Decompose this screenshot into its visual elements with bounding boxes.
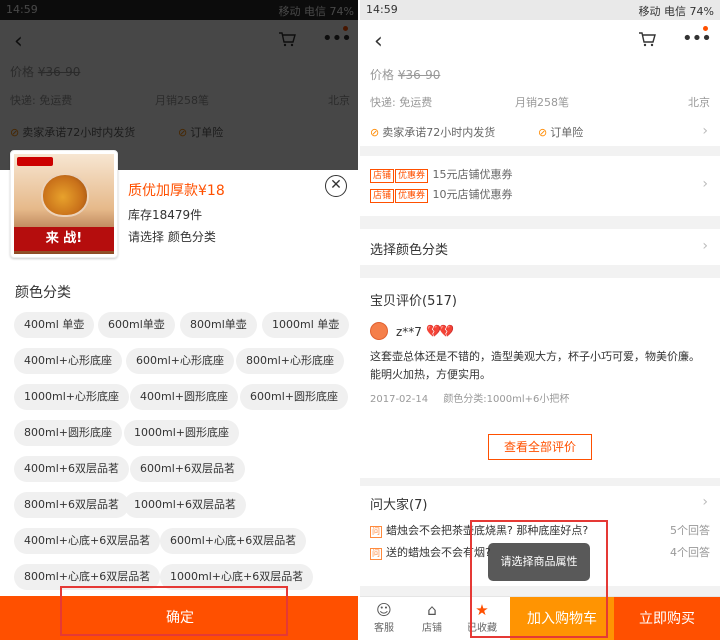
product-thumbnail: 来 战! (10, 150, 118, 258)
price-original: ¥36-90 (397, 68, 441, 82)
option-chip[interactable]: 1000ml+6双层品茗 (124, 492, 246, 518)
shop-label: 店铺 (422, 623, 442, 634)
question-icon: 问 (370, 548, 382, 560)
option-chip[interactable]: 800ml单壶 (180, 312, 257, 338)
review-user: z**7 (396, 325, 422, 339)
location-text: 北京 (688, 96, 710, 109)
select-color-label: 选择颜色分类 (370, 243, 449, 258)
screenshot-root: 14:59 移动 电信 74% ‹ ••• 价格 ¥36-90 快递: 免运费 … (0, 0, 720, 640)
option-chip[interactable]: 800ml+心形底座 (236, 348, 344, 374)
image-banner: 来 战! (14, 227, 114, 251)
service-icon: ☺ (376, 601, 392, 619)
chevron-right-icon: › (702, 123, 708, 139)
status-time: 14:59 (366, 3, 398, 16)
review-meta: 2017-02-14 颜色分类:1000ml+6小把杯 (370, 390, 581, 405)
option-chip[interactable]: 600ml单壶 (98, 312, 175, 338)
shop-button[interactable]: ⌂ 店铺 (410, 601, 454, 634)
promise-ship: ⊘卖家承诺72小时内发货 (370, 124, 495, 140)
buy-now-button[interactable]: 立即购买 (614, 597, 720, 640)
service-label: 客服 (374, 623, 394, 634)
shipping-text: 快递: 免运费 (370, 96, 433, 109)
status-carrier: 移动 电信 74% (638, 5, 714, 18)
option-chip[interactable]: 600ml+6双层品茗 (130, 456, 245, 482)
sku-panel-screen: 14:59 移动 电信 74% ‹ ••• 价格 ¥36-90 快递: 免运费 … (0, 0, 360, 640)
more-icon[interactable]: ••• (682, 28, 712, 49)
notification-dot (703, 26, 708, 31)
price-label: 价格 (370, 68, 395, 82)
product-info: 价格 ¥36-90 快递: 免运费 月销258笔 北京 (360, 62, 720, 116)
sku-select-hint: 请选择 颜色分类 (128, 230, 216, 244)
coupon-text: 15元店铺优惠券 (432, 168, 513, 181)
review-body: 这套壶总体还是不错的，造型美观大方，杯子小巧可爱，物美价廉。能明火加热，方便实用… (370, 350, 700, 381)
option-chip[interactable]: 800ml+圆形底座 (14, 420, 122, 446)
product-detail-screen: 14:59 移动 电信 74% ‹ ••• 价格 ¥36-90 快递: 免运费 … (360, 0, 720, 640)
reviews-section: 宝贝评价(517) z**7 💔💔 这套壶总体还是不错的，造型美观大方，杯子小巧… (360, 278, 720, 478)
option-chip[interactable]: 800ml+6双层品茗 (14, 492, 129, 518)
price-line: 价格 ¥36-90 (370, 66, 440, 83)
chevron-right-icon: › (702, 238, 708, 254)
teapot-image (41, 173, 89, 217)
qa-count: 5个回答 (670, 524, 710, 537)
sku-stock: 库存18479件 (128, 208, 203, 222)
select-color-row[interactable]: 选择颜色分类 › (360, 229, 720, 265)
promise-row[interactable]: ⊘ 卖家承诺72小时内发货 ⊘ 订单险 › (360, 116, 720, 146)
coupon-tag: 店铺 (370, 189, 395, 203)
option-chip[interactable]: 400ml+心形底座 (14, 348, 122, 374)
check-icon: ⊘ (538, 126, 548, 139)
annotation-box-toast (470, 520, 608, 638)
coupon-tag: 优惠券 (395, 189, 429, 203)
sku-sheet: 来 战! 质优加厚款¥18 库存18479件 请选择 颜色分类 ✕ 颜色分类 4… (0, 150, 360, 640)
review-hearts: 💔💔 (426, 324, 454, 338)
back-icon[interactable]: ‹ (374, 29, 383, 54)
service-button[interactable]: ☺ 客服 (362, 601, 406, 634)
coupon-row: 店铺 优惠券 15元店铺优惠券 (370, 166, 513, 183)
cart-icon[interactable] (638, 31, 656, 47)
check-icon: ⊘ (370, 126, 380, 139)
annotation-box-confirm (60, 586, 288, 636)
chevron-right-icon: › (702, 494, 708, 510)
status-bar: 14:59 移动 电信 74% (360, 0, 720, 20)
nav-bar: ‹ ••• (360, 20, 720, 62)
option-chip[interactable]: 600ml+心底+6双层品茗 (160, 528, 307, 554)
modal-backdrop[interactable] (0, 0, 360, 170)
promise-ship-text: 卖家承诺72小时内发货 (382, 126, 496, 139)
coupon-tag: 优惠券 (395, 169, 429, 183)
option-chip[interactable]: 600ml+心形底座 (126, 348, 234, 374)
qa-count: 4个回答 (670, 546, 710, 559)
promise-insurance-text: 订单险 (550, 126, 584, 139)
option-chip[interactable]: 1000ml+心形底座 (14, 384, 129, 410)
coupon-row: 店铺 优惠券 10元店铺优惠券 (370, 186, 513, 203)
option-chip[interactable]: 400ml+心底+6双层品茗 (14, 528, 161, 554)
option-chip[interactable]: 1000ml 单壶 (262, 312, 350, 338)
shop-icon: ⌂ (427, 601, 437, 619)
option-chip[interactable]: 400ml+圆形底座 (130, 384, 238, 410)
promise-insurance: ⊘订单险 (538, 124, 583, 140)
category-title: 颜色分类 (15, 285, 71, 301)
question-icon: 问 (370, 526, 382, 538)
sku-title: 质优加厚款¥18 (128, 183, 225, 199)
reviews-header[interactable]: 宝贝评价(517) (370, 290, 457, 309)
coupon-text: 10元店铺优惠券 (432, 188, 513, 201)
coupon-section[interactable]: 店铺 优惠券 15元店铺优惠券 店铺 优惠券 10元店铺优惠券 › (360, 156, 720, 216)
sales-text: 月销258笔 (515, 96, 569, 109)
chevron-right-icon: › (702, 176, 708, 192)
coupon-tag: 店铺 (370, 169, 395, 183)
review-spec: 颜色分类:1000ml+6小把杯 (443, 394, 570, 405)
close-icon[interactable]: ✕ (325, 175, 347, 197)
view-all-reviews-button[interactable]: 查看全部评价 (488, 434, 592, 460)
option-chip[interactable]: 400ml+6双层品茗 (14, 456, 129, 482)
option-chip[interactable]: 600ml+圆形底座 (240, 384, 348, 410)
option-chip[interactable]: 1000ml+圆形底座 (124, 420, 239, 446)
review-date: 2017-02-14 (370, 394, 429, 405)
avatar (370, 322, 388, 340)
option-chip[interactable]: 400ml 单壶 (14, 312, 95, 338)
qa-header[interactable]: 问大家(7) (370, 494, 427, 513)
brand-badge (17, 157, 53, 166)
shipping-row: 快递: 免运费 月销258笔 北京 (360, 88, 720, 114)
